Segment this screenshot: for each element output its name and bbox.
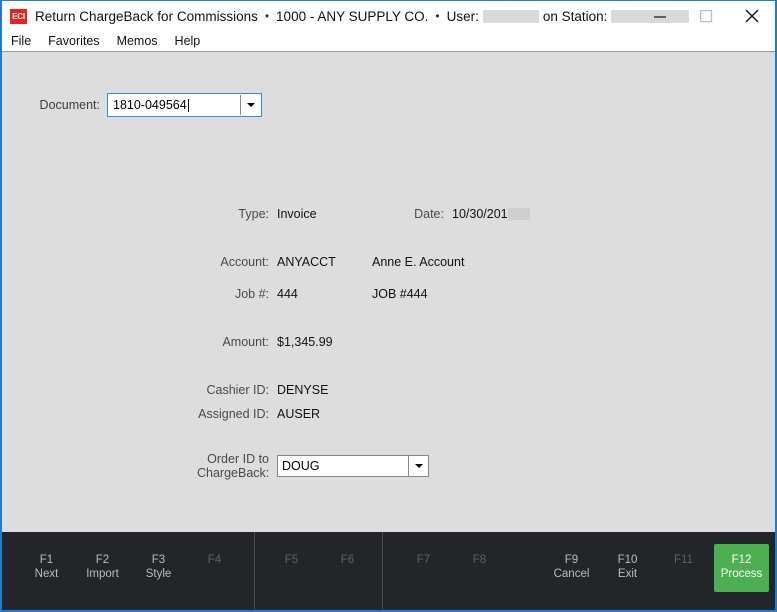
fn-key-f6: F6 — [320, 553, 375, 567]
title-text: Return ChargeBack for Commissions • 1000… — [35, 8, 690, 24]
field-account: Account: ANYACCT Anne E. Account — [197, 255, 464, 269]
fn-key-f5: F5 — [264, 553, 319, 567]
order-chargeback-value[interactable]: DOUG — [278, 456, 408, 476]
fn-key-f11: F11 — [656, 553, 711, 567]
fn-key-f6-code: F6 — [340, 554, 355, 566]
fn-key-f3-code: F3 — [151, 554, 166, 566]
field-cashier-id: Cashier ID: DENYSE — [197, 383, 328, 397]
station-label: on Station: — [542, 8, 608, 24]
fn-key-f12-process[interactable]: F12 Process — [714, 544, 769, 592]
document-label: Document: — [39, 98, 100, 112]
field-account-label: Account: — [220, 255, 269, 269]
user-value-redacted — [482, 9, 539, 23]
document-input[interactable]: 1810-049564 — [109, 95, 240, 115]
order-chargeback-row: Order ID to ChargeBack: DOUG — [197, 452, 429, 480]
function-key-bar: F1 Next F2 Import F3 Style F4 F5 F6 F7 F… — [2, 532, 775, 610]
chevron-down-icon — [246, 103, 255, 107]
fn-key-f9-label: Cancel — [553, 568, 590, 580]
title-separator-1: • — [264, 9, 270, 23]
field-amount: Amount: $1,345.99 — [197, 335, 333, 349]
field-type: Type: Invoice — [197, 207, 317, 221]
close-button[interactable] — [729, 1, 775, 31]
function-group-2: F5 F6 — [254, 532, 382, 610]
field-account-name: Anne E. Account — [372, 255, 465, 269]
application-window: ECI Return ChargeBack for Commissions • … — [0, 0, 777, 612]
function-group-3: F7 F8 F9 Cancel F10 Exit F11 F12 Process — [382, 532, 775, 610]
title-bar: ECI Return ChargeBack for Commissions • … — [2, 1, 775, 31]
fn-key-f2-label: Import — [86, 568, 119, 580]
menu-item-favorites[interactable]: Favorites — [48, 31, 99, 51]
function-group-1: F1 Next F2 Import F3 Style F4 — [2, 532, 254, 610]
fn-key-f1-label: Next — [34, 568, 59, 580]
minimize-button[interactable] — [637, 1, 683, 31]
fn-key-f3-label: Style — [145, 568, 172, 580]
field-job-description: JOB #444 — [372, 287, 428, 301]
document-dropdown-button[interactable] — [240, 95, 260, 115]
maximize-icon — [699, 9, 712, 22]
fn-key-f7-code: F7 — [416, 554, 431, 566]
field-assigned-id-label: Assigned ID: — [198, 407, 269, 421]
close-icon — [745, 9, 759, 23]
fn-key-f9-code: F9 — [564, 554, 579, 566]
field-amount-label: Amount: — [222, 335, 269, 349]
fn-key-f7: F7 — [396, 553, 451, 567]
order-chargeback-label-line2: ChargeBack: — [197, 466, 270, 480]
fn-key-f8: F8 — [452, 553, 507, 567]
field-job: Job #: 444 JOB #444 — [197, 287, 428, 301]
field-account-value: ANYACCT — [277, 255, 336, 269]
document-input-value: 1810-049564 — [113, 98, 187, 112]
fn-key-f9-cancel[interactable]: F9 Cancel — [544, 553, 599, 581]
fn-key-f1-code: F1 — [39, 554, 54, 566]
fn-key-f2-code: F2 — [95, 554, 110, 566]
field-assigned-id: Assigned ID: AUSER — [197, 407, 320, 421]
field-type-label: Type: — [238, 207, 269, 221]
minimize-icon — [653, 15, 666, 18]
fn-key-f4: F4 — [187, 553, 242, 567]
form-content-area: Document: 1810-049564 Type: Invoice Date… — [2, 52, 775, 532]
field-date-value: 10/30/201 — [452, 207, 508, 221]
menu-item-file[interactable]: File — [11, 31, 31, 51]
field-job-value: 444 — [277, 287, 298, 301]
window-title: Return ChargeBack for Commissions — [35, 8, 258, 24]
fn-key-f4-code: F4 — [207, 554, 222, 566]
fn-key-f5-code: F5 — [284, 554, 299, 566]
order-chargeback-dropdown-button[interactable] — [408, 456, 428, 476]
document-row: Document: 1810-049564 — [2, 93, 262, 117]
field-cashier-id-value: DENYSE — [277, 383, 329, 397]
document-combobox[interactable]: 1810-049564 — [107, 93, 262, 117]
field-job-label: Job #: — [234, 287, 269, 301]
fn-key-f12-code: F12 — [731, 554, 752, 566]
fn-key-f10-exit[interactable]: F10 Exit — [600, 553, 655, 581]
menu-bar: File Favorites Memos Help — [2, 31, 775, 52]
field-assigned-id-value: AUSER — [277, 407, 321, 421]
order-chargeback-label: Order ID to ChargeBack: — [197, 452, 277, 480]
date-value-redacted — [507, 208, 530, 220]
fn-key-f1-next[interactable]: F1 Next — [19, 553, 74, 581]
title-separator-2: • — [435, 9, 440, 23]
order-chargeback-combobox[interactable]: DOUG — [277, 455, 429, 477]
menu-item-help[interactable]: Help — [175, 31, 201, 51]
fn-key-f3-style[interactable]: F3 Style — [131, 553, 186, 581]
maximize-button[interactable] — [683, 1, 729, 31]
field-date-label: Date: — [414, 207, 444, 221]
chevron-down-icon — [414, 464, 423, 468]
window-controls — [637, 1, 775, 31]
text-caret — [187, 98, 189, 112]
user-label: User: — [446, 8, 479, 24]
fn-key-f12-label: Process — [720, 568, 763, 580]
company-name: 1000 - ANY SUPPLY CO. — [276, 8, 429, 24]
field-amount-value: $1,345.99 — [277, 335, 333, 349]
fn-key-f11-code: F11 — [674, 554, 693, 566]
menu-item-memos[interactable]: Memos — [117, 31, 158, 51]
fn-key-f2-import[interactable]: F2 Import — [75, 553, 130, 581]
fn-key-f8-code: F8 — [472, 554, 487, 566]
eci-app-icon: ECI — [10, 8, 27, 24]
fn-key-f10-code: F10 — [617, 554, 638, 566]
order-chargeback-label-line1: Order ID to — [207, 452, 269, 466]
field-date: Date: 10/30/201 — [394, 207, 530, 221]
field-cashier-id-label: Cashier ID: — [206, 383, 269, 397]
field-type-value: Invoice — [277, 207, 317, 221]
fn-key-f10-label: Exit — [617, 568, 638, 580]
